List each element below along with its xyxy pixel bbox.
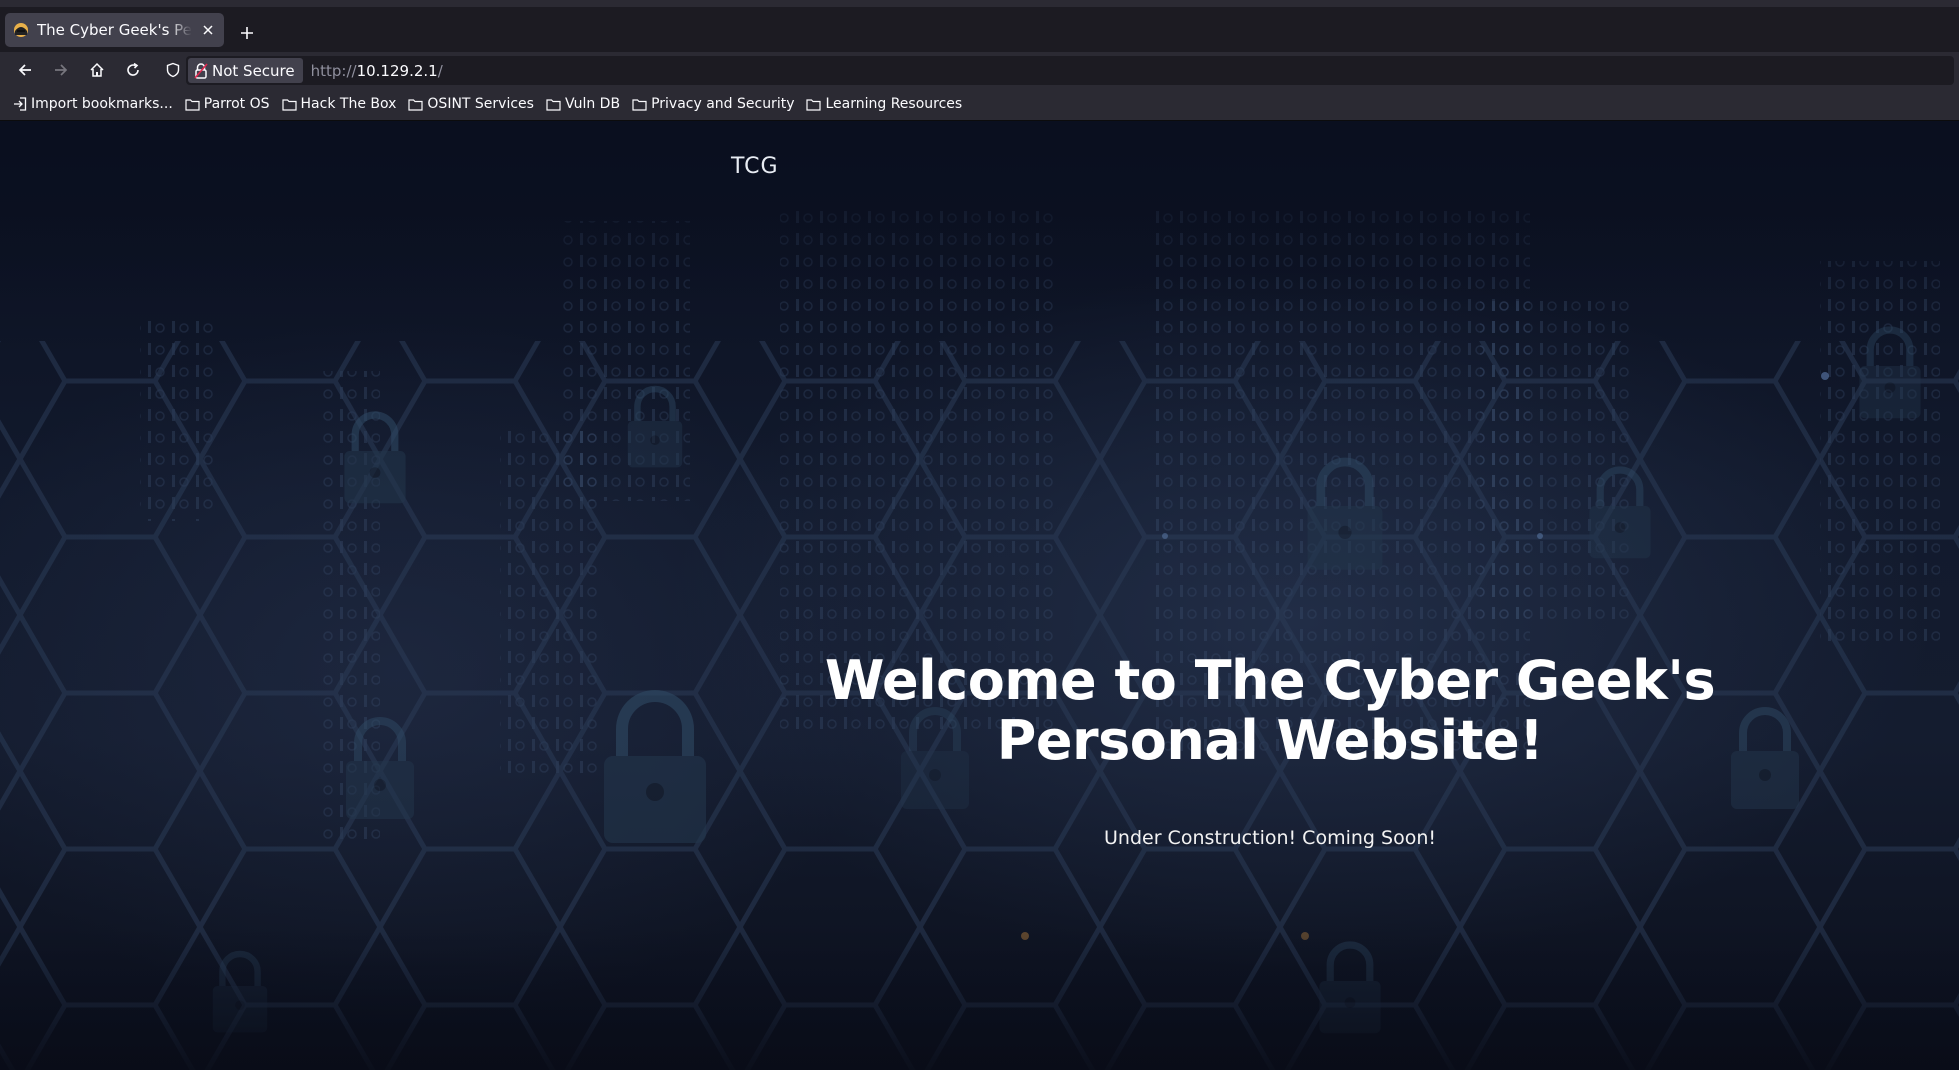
bookmark-folder-privacy-and-security[interactable]: Privacy and Security bbox=[632, 96, 794, 112]
cyber-background-image bbox=[0, 121, 1959, 1070]
address-bar[interactable]: Not Secure http://10.129.2.1/ bbox=[186, 56, 1954, 85]
bookmark-folder-learning-resources[interactable]: Learning Resources bbox=[806, 96, 962, 112]
new-tab-button[interactable] bbox=[236, 22, 258, 44]
insecure-lock-icon bbox=[194, 62, 208, 79]
bookmark-label: Privacy and Security bbox=[651, 96, 795, 112]
reload-button[interactable] bbox=[122, 59, 144, 81]
plus-icon bbox=[241, 27, 253, 39]
hacker-favicon-icon bbox=[14, 23, 28, 37]
reload-icon bbox=[127, 62, 139, 76]
bookmark-folder-osint-services[interactable]: OSINT Services bbox=[408, 96, 534, 112]
bookmark-label: Import bookmarks... bbox=[31, 96, 173, 112]
url-scheme: http:// bbox=[310, 61, 357, 80]
bookmark-label: OSINT Services bbox=[427, 96, 534, 112]
not-secure-label: Not Secure bbox=[212, 61, 295, 80]
bookmarks-toolbar: Import bookmarks... Parrot OS Hack The B… bbox=[0, 88, 1959, 121]
folder-icon bbox=[281, 98, 297, 111]
back-button[interactable] bbox=[14, 59, 36, 81]
tracking-protection-button[interactable] bbox=[162, 59, 184, 81]
active-tab[interactable]: The Cyber Geek's Personal Website bbox=[5, 13, 224, 47]
tab-strip: The Cyber Geek's Personal Website bbox=[0, 0, 1959, 52]
url-host: 10.129.2.1 bbox=[356, 61, 438, 80]
site-logo[interactable]: TCG bbox=[731, 154, 779, 179]
site-identity-button[interactable]: Not Secure bbox=[188, 58, 303, 83]
shield-icon bbox=[166, 62, 180, 78]
arrow-right-icon bbox=[55, 64, 68, 76]
bookmark-import[interactable]: Import bookmarks... bbox=[13, 96, 173, 112]
import-icon bbox=[14, 97, 27, 111]
folder-icon bbox=[546, 98, 561, 111]
folder-icon bbox=[632, 98, 647, 111]
hero-subtitle: Under Construction! Coming Soon! bbox=[1104, 827, 1436, 849]
tab-title: The Cyber Geek's Personal Website bbox=[37, 21, 192, 39]
bookmark-folder-vuln-db[interactable]: Vuln DB bbox=[546, 96, 620, 112]
bookmark-label: Parrot OS bbox=[203, 96, 270, 112]
forward-button[interactable] bbox=[50, 59, 72, 81]
hero-title: Welcome to The Cyber Geek's Personal Web… bbox=[824, 649, 1716, 772]
url-path: / bbox=[437, 61, 443, 80]
bookmark-folder-parrot-os[interactable]: Parrot OS bbox=[185, 96, 270, 112]
close-tab-icon[interactable] bbox=[200, 22, 216, 38]
home-icon bbox=[90, 62, 104, 77]
folder-icon bbox=[185, 98, 200, 111]
navigation-toolbar: Not Secure http://10.129.2.1/ bbox=[0, 52, 1959, 88]
bookmark-folder-hack-the-box[interactable]: Hack The Box bbox=[281, 96, 397, 112]
folder-icon bbox=[408, 98, 424, 111]
web-page-viewport: TCG Welcome to The Cyber Geek's Personal… bbox=[0, 121, 1959, 1070]
arrow-left-icon bbox=[18, 64, 31, 76]
folder-icon bbox=[806, 98, 822, 111]
bookmark-label: Vuln DB bbox=[564, 96, 621, 112]
bookmark-label: Hack The Box bbox=[300, 96, 397, 112]
bookmark-label: Learning Resources bbox=[825, 96, 963, 112]
home-button[interactable] bbox=[86, 59, 108, 81]
url-text[interactable]: http://10.129.2.1/ bbox=[311, 62, 443, 80]
